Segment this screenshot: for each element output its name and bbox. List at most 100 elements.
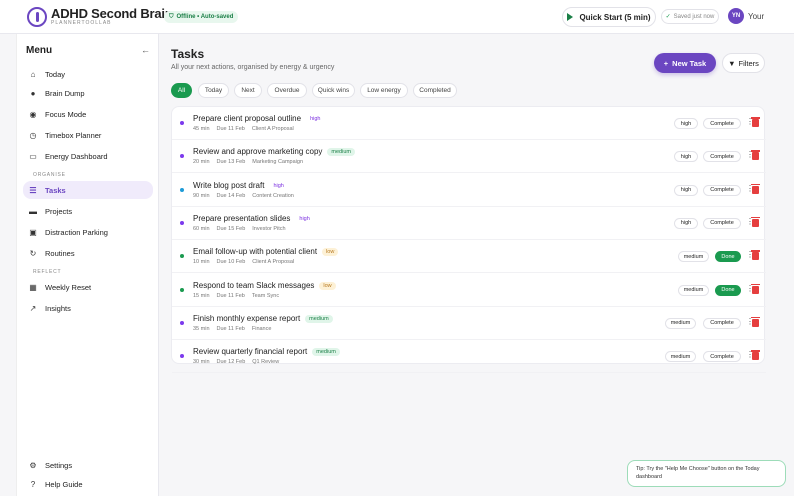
trash-icon[interactable] [751,283,760,294]
energy-badge[interactable]: medium [665,317,696,329]
collapse-icon[interactable]: ← [141,45,150,55]
task-due: Due 10 Feb [216,259,246,266]
status-badge: ⛉ Offline • Auto-saved [164,11,239,23]
check-icon: ⛉ [169,13,174,20]
new-task-button[interactable]: + New Task [654,53,716,73]
sidebar-item-label: Settings [45,460,73,470]
sidebar-item-weekly-reset[interactable]: ▦ Weekly Reset [23,278,153,296]
task-row[interactable]: Prepare client proposal outline high 45 mi… [172,107,766,140]
priority-dot [180,121,184,125]
check-icon: ✓ [665,14,671,20]
done-button[interactable]: Done [715,284,741,296]
energy-badge[interactable]: high [674,184,698,196]
complete-button[interactable]: Complete [703,184,741,196]
task-title[interactable]: Write blog post draft high [193,181,288,190]
tab-overdue[interactable]: Overdue [267,83,307,98]
list-icon: ☰ [29,185,37,195]
task-row[interactable]: Review and approve marketing copy medium 2… [172,140,766,174]
trash-icon[interactable] [751,350,760,361]
complete-button[interactable]: Complete [703,118,741,129]
tab-next[interactable]: Next [234,83,262,98]
sidebar-item-brain-dump[interactable]: ● Brain Dump [23,84,153,102]
task-meta: 15 min Due 11 Feb Team Sync [193,293,286,299]
priority-dot [180,154,184,159]
energy-badge[interactable]: high [674,217,698,229]
lightbulb-icon: ● [30,88,36,98]
energy-badge[interactable]: high [674,151,698,163]
trash-icon[interactable] [751,316,760,327]
task-title[interactable]: Prepare client proposal outline high [193,114,324,123]
task-meta: 10 min Due 10 Feb Client A Proposal [193,259,301,265]
energy-badge[interactable]: medium [678,251,709,263]
task-due: Due 12 Feb [216,359,246,366]
task-due: Due 11 Feb [216,292,245,299]
task-project: Team Sync [251,292,280,299]
task-duration: 90 min [193,192,210,199]
task-project: Marketing Campaign [252,159,304,166]
trash-icon[interactable] [751,250,760,261]
filters-label: Filters [738,58,759,68]
task-row[interactable]: Review quarterly financial report medium 3… [172,340,766,374]
task-row[interactable]: Email follow-up with potential client low… [172,240,766,274]
trash-icon[interactable] [751,216,760,227]
avatar[interactable]: YN [728,8,744,24]
tab-quick-wins[interactable]: Quick wins [312,83,355,98]
sidebar-item-insights[interactable]: ↗ Insights [23,299,153,317]
task-due: Due 11 Feb [216,126,245,132]
sidebar-item-settings[interactable]: ⚙ Settings [23,457,153,473]
tab-low-energy[interactable]: Low energy [360,83,408,98]
sidebar-item-timebox-planner[interactable]: ◷ Timebox Planner [23,126,153,144]
sidebar-item-distraction-parking[interactable]: ▣ Distraction Parking [23,223,153,241]
menu-title: Menu [26,45,53,56]
task-title[interactable]: Review quarterly financial report medium [193,347,340,357]
calendar-icon: ▦ [29,282,37,292]
tab-completed[interactable]: Completed [413,83,457,98]
sidebar-item-focus-mode[interactable]: ◉ Focus Mode [23,105,153,123]
task-title-text: Review quarterly financial report [193,347,308,357]
task-row[interactable]: Respond to team Slack messages low 15 min D… [172,274,766,307]
app-subtitle: PLANNERTOOLLAB [51,20,112,26]
user-menu-label[interactable]: Your [748,12,764,21]
sidebar-item-routines[interactable]: ↻ Routines [23,244,153,262]
energy-badge[interactable]: high [674,118,698,129]
priority-tag: medium [312,348,340,357]
task-title[interactable]: Email follow-up with potential client low [193,247,339,257]
task-title[interactable]: Finish monthly expense report medium [193,314,333,323]
task-project: Finance [251,325,272,332]
sidebar-item-label: Insights [45,303,71,313]
task-title[interactable]: Prepare presentation slides high [193,214,314,223]
saved-text: Saved just now [673,13,715,20]
complete-button[interactable]: Complete [703,317,741,329]
task-row[interactable]: Finish monthly expense report medium 35 mi… [172,307,766,340]
parking-icon: ▣ [29,227,37,237]
task-title[interactable]: Review and approve marketing copy medium [193,147,355,157]
quick-start-button[interactable]: Quick Start (5 min) [562,7,656,27]
complete-button[interactable]: Complete [703,151,741,163]
task-title[interactable]: Respond to team Slack messages low [193,281,336,290]
filters-button[interactable]: ▼ Filters [722,53,765,73]
complete-button[interactable]: Complete [703,351,741,363]
sidebar-item-projects[interactable]: ▬ Projects [23,202,153,220]
sidebar-item-today[interactable]: ⌂ Today [23,65,153,83]
complete-button[interactable]: Complete [703,217,741,229]
sidebar-item-label: Tasks [45,185,66,195]
energy-badge[interactable]: medium [678,284,709,296]
tab-all[interactable]: All [171,83,192,98]
priority-dot [180,187,184,192]
priority-tag: low [322,248,339,257]
task-due: Due 11 Feb [216,325,245,332]
task-project: Content Creation [252,192,294,199]
sidebar-item-energy-dashboard[interactable]: ▭ Energy Dashboard [23,147,153,165]
tab-today[interactable]: Today [198,83,229,98]
trash-icon[interactable] [751,117,760,127]
trash-icon[interactable] [751,150,760,161]
sidebar-item-help-guide[interactable]: ? Help Guide [23,476,153,492]
task-title-text: Respond to team Slack messages [193,280,315,290]
task-row[interactable]: Prepare presentation slides high 60 min Due… [172,207,766,240]
priority-tag: high [310,116,321,122]
sidebar-item-tasks[interactable]: ☰ Tasks [23,181,153,199]
energy-badge[interactable]: medium [665,351,696,363]
trash-icon[interactable] [751,183,760,194]
task-row[interactable]: Write blog post draft high 90 min Due 14 Fe… [172,174,766,207]
done-button[interactable]: Done [715,251,741,263]
